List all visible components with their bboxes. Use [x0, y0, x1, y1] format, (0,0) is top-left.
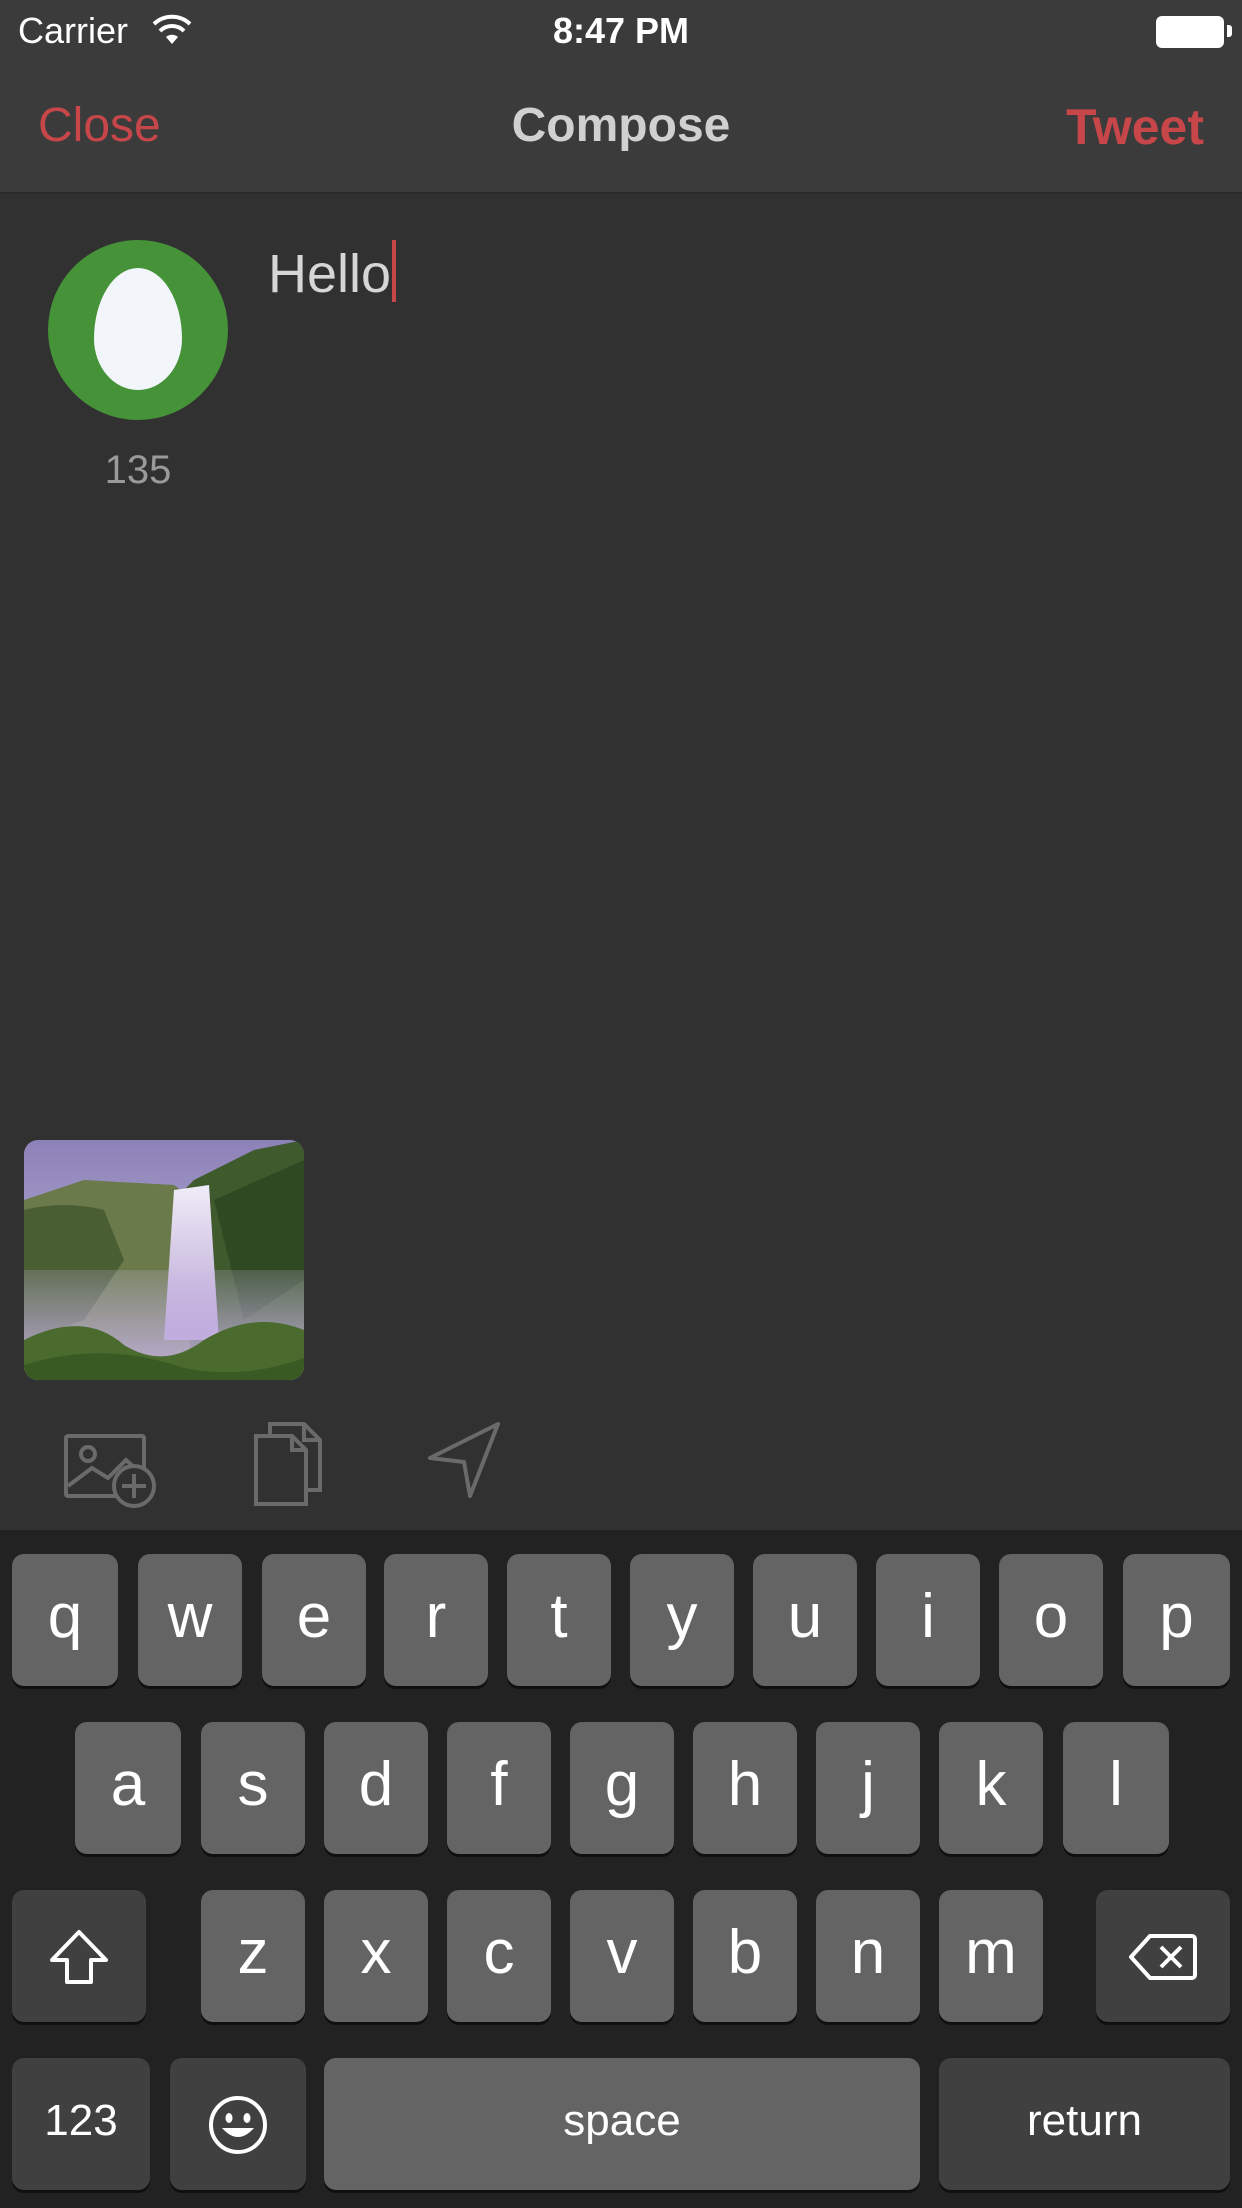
key-t[interactable]: t — [507, 1554, 611, 1686]
egg-icon — [94, 268, 182, 390]
key-r[interactable]: r — [384, 1554, 488, 1686]
key-s[interactable]: s — [201, 1722, 305, 1854]
key-o[interactable]: o — [999, 1554, 1103, 1686]
return-key[interactable]: return — [939, 2058, 1230, 2190]
key-e[interactable]: e — [262, 1554, 366, 1686]
character-counter: 135 — [104, 448, 172, 492]
key-x[interactable]: x — [324, 1890, 428, 2022]
emoji-icon — [209, 2095, 267, 2154]
space-key[interactable]: space — [324, 2058, 920, 2190]
drafts-icon[interactable] — [252, 1420, 324, 1510]
avatar — [48, 240, 228, 420]
waterfall-photo-icon — [24, 1140, 304, 1380]
key-b[interactable]: b — [693, 1890, 797, 2022]
key-g[interactable]: g — [570, 1722, 674, 1854]
key-l[interactable]: l — [1063, 1722, 1169, 1854]
key-a[interactable]: a — [75, 1722, 181, 1854]
key-j[interactable]: j — [816, 1722, 920, 1854]
add-photo-icon[interactable] — [64, 1420, 158, 1510]
key-m[interactable]: m — [939, 1890, 1043, 2022]
nav-bar: Close Compose Tweet — [0, 62, 1242, 194]
key-i[interactable]: i — [876, 1554, 980, 1686]
key-d[interactable]: d — [324, 1722, 428, 1854]
key-f[interactable]: f — [447, 1722, 551, 1854]
numbers-key[interactable]: 123 — [12, 2058, 150, 2190]
attached-photo[interactable] — [24, 1140, 304, 1380]
key-q[interactable]: q — [12, 1554, 118, 1686]
compose-text: Hello — [268, 244, 392, 304]
key-w[interactable]: w — [138, 1554, 242, 1686]
battery-tip — [1227, 25, 1232, 37]
key-z[interactable]: z — [201, 1890, 305, 2022]
key-n[interactable]: n — [816, 1890, 920, 2022]
shift-icon — [50, 1929, 108, 1984]
emoji-key[interactable] — [170, 2058, 306, 2190]
key-h[interactable]: h — [693, 1722, 797, 1854]
key-y[interactable]: y — [630, 1554, 734, 1686]
key-v[interactable]: v — [570, 1890, 674, 2022]
status-time: 8:47 PM — [552, 10, 690, 51]
status-bar: Carrier 8:47 PM — [0, 0, 1242, 62]
text-cursor — [392, 240, 397, 302]
shift-key[interactable] — [12, 1890, 146, 2022]
tweet-button[interactable]: Tweet — [1066, 98, 1204, 156]
delete-key[interactable] — [1096, 1890, 1230, 2022]
key-u[interactable]: u — [753, 1554, 857, 1686]
location-icon[interactable] — [426, 1420, 502, 1500]
key-c[interactable]: c — [447, 1890, 551, 2022]
backspace-icon — [1129, 1933, 1197, 1980]
page-title: Compose — [511, 99, 731, 152]
compose-text-field[interactable]: Hello — [268, 240, 397, 305]
keyboard: q w e r t y u i o p a s d f g h j k l z … — [0, 1530, 1242, 2208]
battery-icon — [1156, 16, 1224, 48]
key-p[interactable]: p — [1123, 1554, 1230, 1686]
key-k[interactable]: k — [939, 1722, 1043, 1854]
